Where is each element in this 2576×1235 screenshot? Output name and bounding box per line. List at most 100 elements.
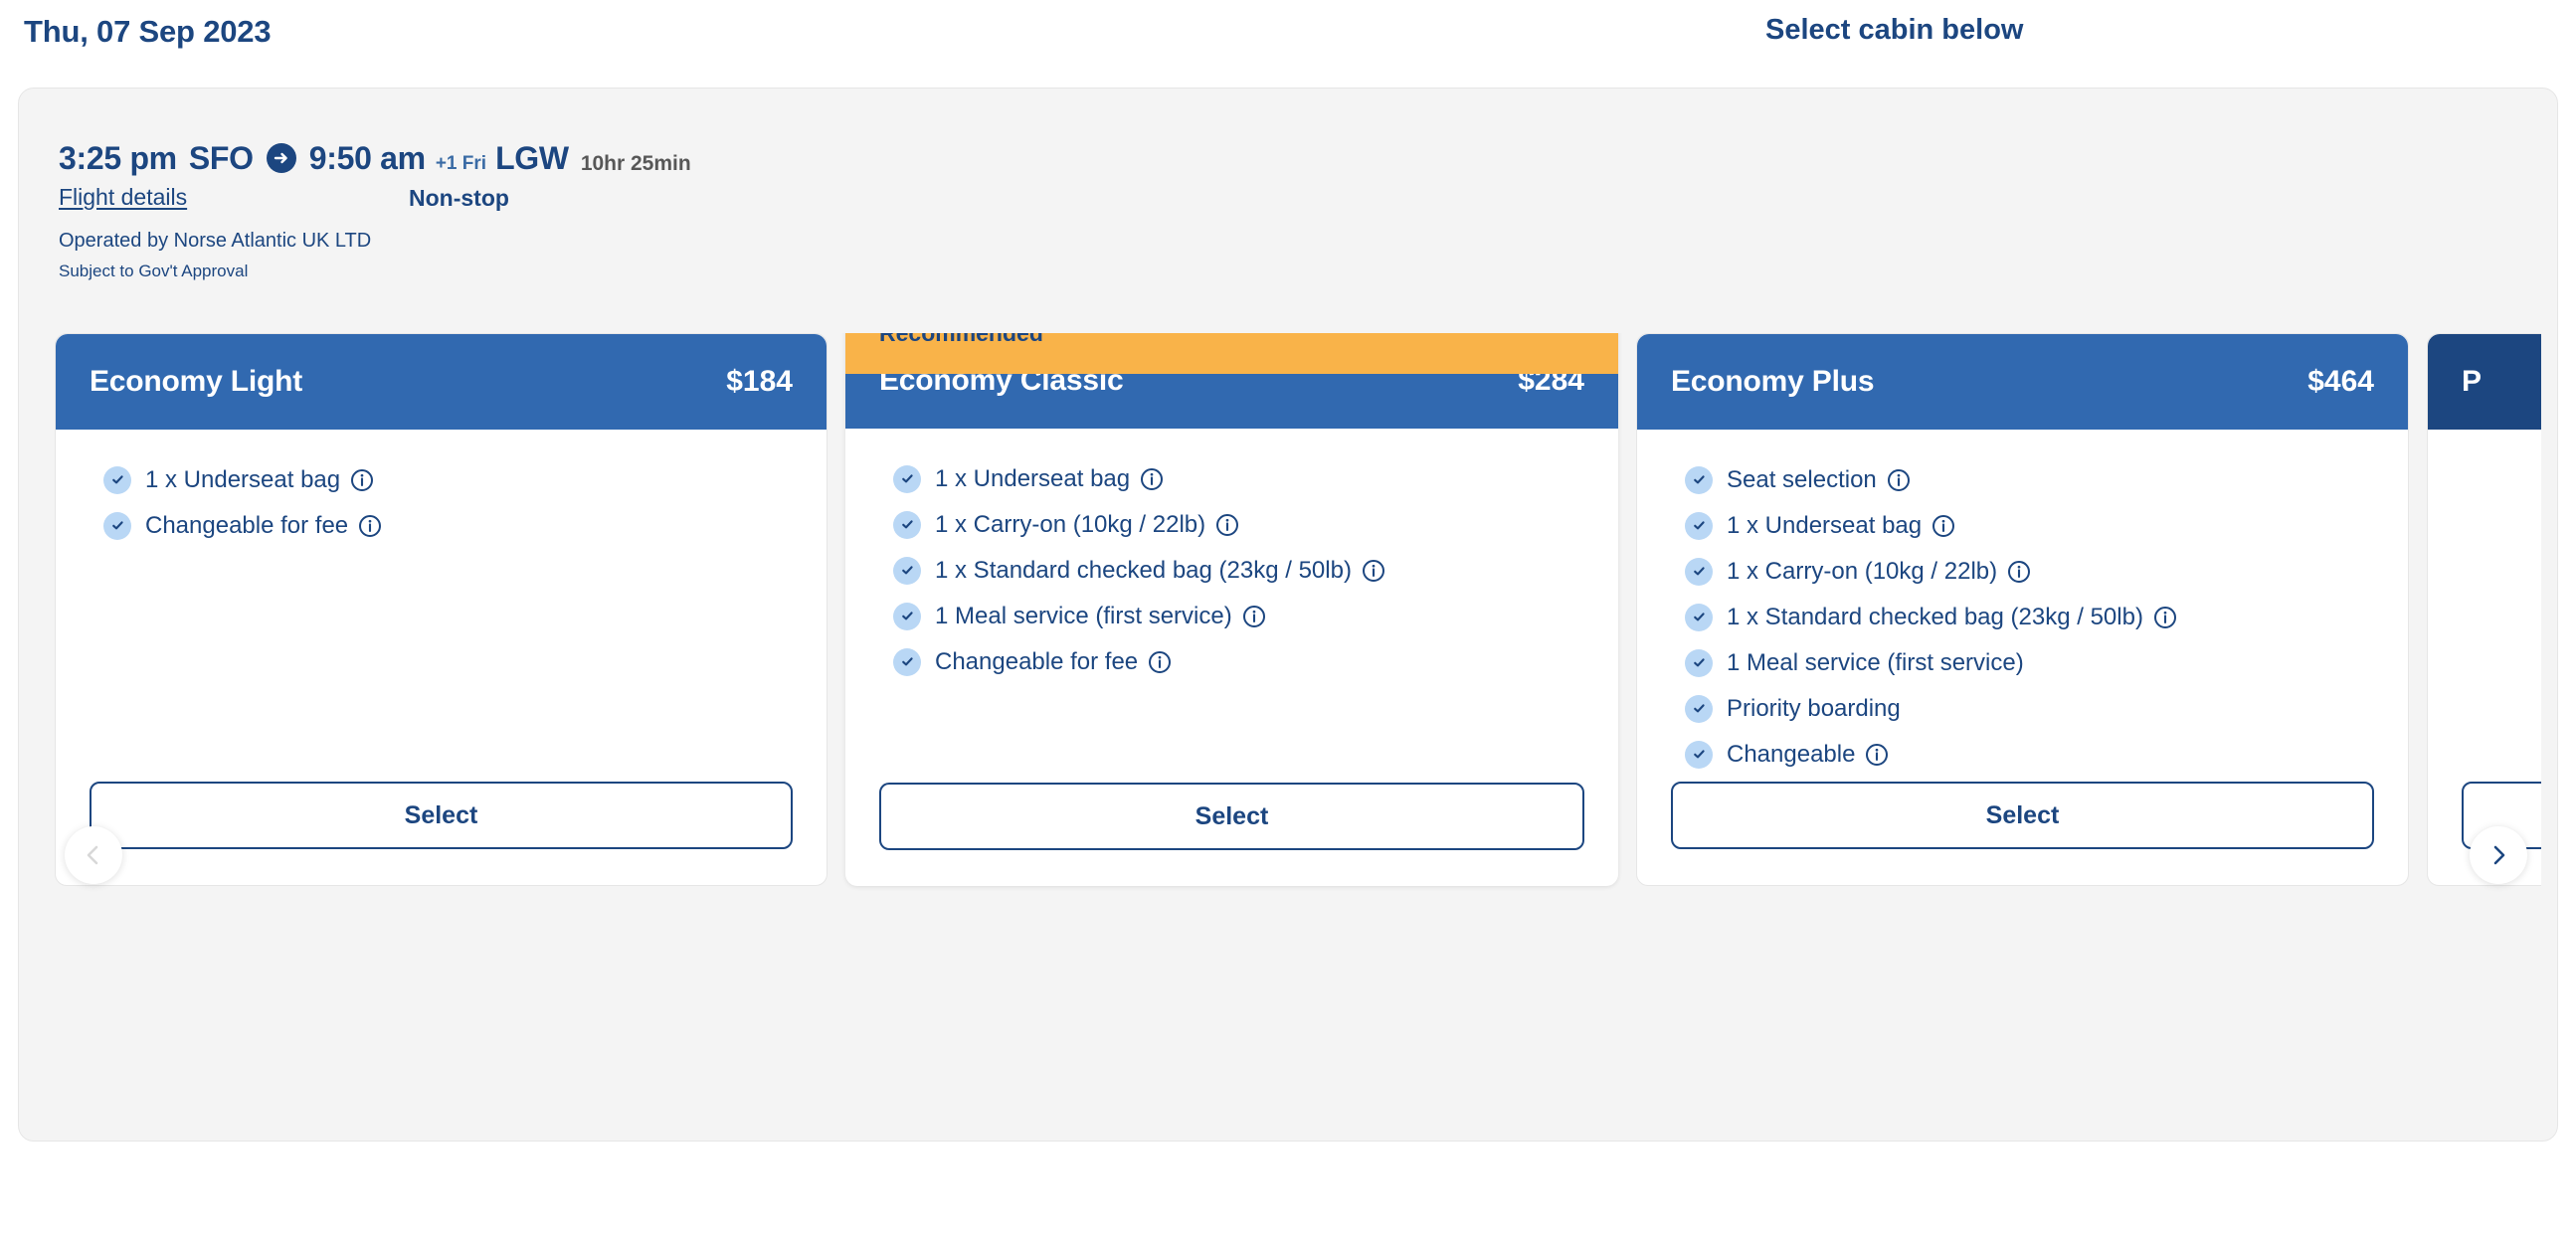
cabin-feature-item: Seat selection <box>1685 461 2408 498</box>
check-icon <box>103 511 131 540</box>
check-icon <box>1685 465 1713 494</box>
cabin-name: Economy Light <box>90 365 303 398</box>
cabin-feature-label: Changeable for fee <box>935 647 1139 675</box>
info-icon[interactable] <box>1887 468 1911 492</box>
cabin-feature-label: 1 x Standard checked bag (23kg / 50lb) <box>1727 603 2143 630</box>
info-icon[interactable] <box>1140 467 1164 491</box>
check-icon <box>1685 648 1713 677</box>
carousel-prev-button[interactable] <box>65 826 122 884</box>
check-icon <box>893 556 921 585</box>
cabin-feature-item: 1 x Carry-on (10kg / 22lb) <box>893 506 1618 543</box>
cabin-feature-label: 1 x Carry-on (10kg / 22lb) <box>1727 557 1998 585</box>
route-line: 3:25 pm SFO 9:50 am +1 Fri LGW 10hr 25mi… <box>59 136 691 180</box>
cabin-feature-item: Changeable for fee <box>103 507 827 544</box>
info-icon[interactable] <box>358 514 382 538</box>
origin-code: SFO <box>188 139 254 176</box>
cabin-feature-item: 1 x Underseat bag <box>103 461 827 498</box>
carousel-next-button[interactable] <box>2470 826 2527 884</box>
info-icon[interactable] <box>2007 560 2031 584</box>
cabin-card-header: Economy Light $184 <box>56 334 827 430</box>
check-icon <box>893 510 921 539</box>
cabin-price: $464 <box>2307 365 2374 398</box>
cabin-feature-list: 1 x Underseat bag Changeable for fee <box>56 430 827 782</box>
depart-time: 3:25 pm <box>59 139 177 176</box>
operated-by-label: Operated by Norse Atlantic UK LTD <box>59 230 372 252</box>
cabin-feature-item: 1 x Underseat bag <box>893 460 1618 497</box>
cabin-card-footer: Select <box>1637 782 2408 885</box>
chevron-right-icon <box>2486 843 2510 867</box>
info-icon[interactable] <box>1932 514 1955 538</box>
cabin-feature-label: Changeable <box>1727 740 1856 768</box>
stops-label: Non-stop <box>409 185 509 211</box>
cabin-feature-list: 1 x Underseat bag 1 x Carry-on (10kg / 22… <box>845 429 1618 783</box>
info-icon[interactable] <box>1865 743 1889 767</box>
cabin-feature-label: 1 x Standard checked bag (23kg / 50lb) <box>935 556 1352 584</box>
cabin-feature-label: 1 Meal service (first service) <box>935 602 1232 629</box>
select-button[interactable]: Select <box>1671 782 2374 849</box>
flight-details-link[interactable]: Flight details <box>59 184 187 211</box>
cabin-feature-item: 1 x Carry-on (10kg / 22lb) <box>1685 553 2408 590</box>
cabin-feature-list <box>2428 430 2541 782</box>
flight-subrow: Flight details Non-stop <box>59 184 691 218</box>
page-header: Thu, 07 Sep 2023 Select cabin below <box>0 0 2576 88</box>
trip-date: Thu, 07 Sep 2023 <box>24 14 272 49</box>
cabin-feature-label: 1 Meal service (first service) <box>1727 648 2024 676</box>
check-icon <box>1685 557 1713 586</box>
cabin-feature-label: 1 x Underseat bag <box>1727 511 1923 539</box>
cabin-card-header: Economy Plus $464 <box>1637 334 2408 430</box>
cabin-feature-item: 1 Meal service (first service) <box>893 598 1618 634</box>
info-icon[interactable] <box>2153 606 2177 629</box>
check-icon <box>1685 511 1713 540</box>
destination-code: LGW <box>495 139 569 176</box>
cabin-feature-label: Seat selection <box>1727 465 1877 493</box>
cabin-feature-item: 1 x Standard checked bag (23kg / 50lb) <box>1685 599 2408 635</box>
cabin-feature-label: 1 x Underseat bag <box>935 464 1131 492</box>
cabin-cards-track: Economy Light $184 1 x Underseat bag Change… <box>37 333 2541 886</box>
arrive-time: 9:50 am <box>308 139 426 176</box>
select-button[interactable]: Select <box>879 783 1584 850</box>
select-cabin-hint: Select cabin below <box>1765 14 2024 46</box>
info-icon[interactable] <box>1148 650 1172 674</box>
cabin-feature-item: 1 Meal service (first service) <box>1685 644 2408 681</box>
check-icon <box>893 602 921 630</box>
cabin-feature-item: Priority boarding <box>1685 690 2408 727</box>
cabin-feature-label: 1 x Underseat bag <box>145 465 341 493</box>
info-icon[interactable] <box>1242 605 1266 628</box>
cabin-card: RecommendedEconomy Classic$2841 x Unders… <box>845 333 1618 886</box>
cabin-card-footer: Select <box>845 783 1618 886</box>
cabin-feature-list: Seat selection 1 x Underseat bag 1 x Carry… <box>1637 430 2408 782</box>
check-icon <box>893 464 921 493</box>
check-icon <box>103 465 131 494</box>
recommended-badge: Recommended <box>845 333 1618 374</box>
info-icon[interactable] <box>1215 513 1239 537</box>
cabin-feature-item: Changeable <box>1685 736 2408 773</box>
select-button[interactable]: Select <box>90 782 793 849</box>
cabin-card: PSelect <box>2427 333 2541 886</box>
info-icon[interactable] <box>1362 559 1385 583</box>
cabin-feature-label: Changeable for fee <box>145 511 349 539</box>
cabin-cards-viewport: Economy Light $184 1 x Underseat bag Change… <box>37 333 2541 1119</box>
cabin-name: Economy Plus <box>1671 365 1875 398</box>
cabin-card-header: P <box>2428 334 2541 430</box>
check-icon <box>893 647 921 676</box>
flight-summary: 3:25 pm SFO 9:50 am +1 Fri LGW 10hr 25mi… <box>59 136 691 281</box>
arrow-right-icon <box>266 143 296 173</box>
check-icon <box>1685 694 1713 723</box>
cabin-card: Economy Plus $464 Seat selection 1 x Unders… <box>1636 333 2409 886</box>
flight-duration: 10hr 25min <box>580 152 691 175</box>
cabin-feature-label: 1 x Carry-on (10kg / 22lb) <box>935 510 1206 538</box>
info-icon[interactable] <box>350 468 374 492</box>
govt-approval-note: Subject to Gov't Approval <box>59 262 249 280</box>
chevron-left-icon <box>82 843 105 867</box>
plus-day-label: +1 Fri <box>435 153 487 174</box>
cabin-feature-item: 1 x Standard checked bag (23kg / 50lb) <box>893 552 1618 589</box>
cabin-card: Economy Light $184 1 x Underseat bag Change… <box>55 333 828 886</box>
check-icon <box>1685 603 1713 631</box>
itinerary-panel: 3:25 pm SFO 9:50 am +1 Fri LGW 10hr 25mi… <box>18 88 2558 1142</box>
cabin-price: $184 <box>726 365 793 398</box>
cabin-feature-item: 1 x Underseat bag <box>1685 507 2408 544</box>
cabin-card-footer: Select <box>56 782 827 885</box>
cabin-name: P <box>2462 365 2482 398</box>
check-icon <box>1685 740 1713 769</box>
cabin-feature-label: Priority boarding <box>1727 694 1901 722</box>
